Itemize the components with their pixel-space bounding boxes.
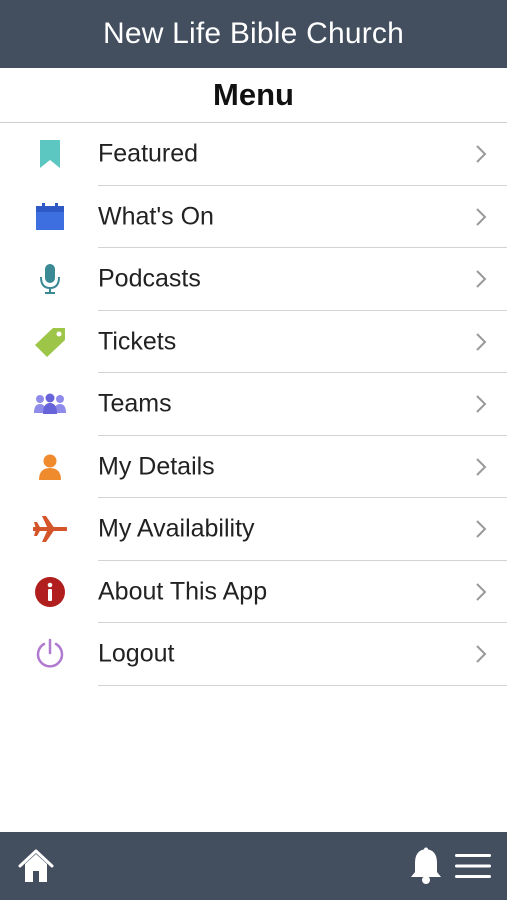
menu-item-logout[interactable]: Logout (0, 623, 507, 686)
app-header: New Life Bible Church (0, 0, 507, 68)
home-icon[interactable] (18, 848, 54, 884)
menu-item-label: My Details (98, 452, 215, 481)
bell-icon[interactable] (409, 847, 443, 885)
hamburger-menu-icon[interactable] (455, 852, 491, 880)
microphone-icon (30, 259, 70, 299)
chevron-right-icon (473, 581, 489, 603)
chevron-right-icon (473, 143, 489, 165)
menu-item-tickets[interactable]: Tickets (0, 311, 507, 373)
chevron-right-icon (473, 643, 489, 665)
divider (98, 684, 507, 686)
calendar-icon (30, 197, 70, 237)
menu-list: Featured What's On Podcasts Tickets Team… (0, 123, 507, 686)
airplane-icon (30, 509, 70, 549)
chevron-right-icon (473, 518, 489, 540)
page-title: Menu (213, 77, 294, 112)
info-icon (30, 572, 70, 612)
menu-header: Menu (0, 68, 507, 123)
menu-item-label: Featured (98, 139, 199, 168)
menu-item-label: Podcasts (98, 264, 201, 293)
menu-item-about-this-app[interactable]: About This App (0, 561, 507, 623)
menu-item-label: Teams (98, 389, 172, 418)
menu-item-whats-on[interactable]: What's On (0, 186, 507, 248)
menu-item-label: My Availability (98, 514, 255, 543)
chevron-right-icon (473, 331, 489, 353)
menu-item-my-details[interactable]: My Details (0, 436, 507, 498)
person-icon (30, 447, 70, 487)
menu-item-featured[interactable]: Featured (0, 123, 507, 186)
menu-item-my-availability[interactable]: My Availability (0, 498, 507, 561)
menu-item-teams[interactable]: Teams (0, 373, 507, 436)
bottom-nav-bar (0, 832, 507, 900)
chevron-right-icon (473, 206, 489, 228)
menu-item-label: Tickets (98, 327, 177, 356)
group-icon (30, 384, 70, 424)
tag-icon (30, 322, 70, 362)
app-title: New Life Bible Church (102, 17, 404, 50)
chevron-right-icon (473, 456, 489, 478)
menu-item-podcasts[interactable]: Podcasts (0, 248, 507, 311)
chevron-right-icon (473, 268, 489, 290)
menu-item-label: About This App (98, 577, 268, 606)
chevron-right-icon (473, 393, 489, 415)
menu-item-label: Logout (98, 639, 175, 668)
power-icon (30, 634, 70, 674)
bookmark-icon (30, 134, 70, 174)
menu-item-label: What's On (98, 202, 214, 231)
